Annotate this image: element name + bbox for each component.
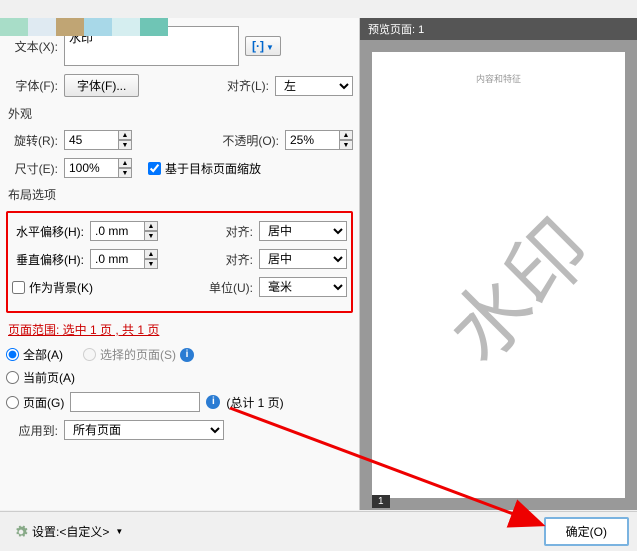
halign-label: 对齐: (219, 223, 253, 240)
appearance-title: 外观 (8, 105, 353, 122)
textalign-select[interactable]: 左 (275, 76, 353, 96)
spin-down[interactable]: ▼ (339, 140, 353, 150)
preview-watermark: 水印 (417, 189, 612, 384)
radio-pages-row[interactable]: 页面(G) (6, 394, 64, 411)
total-pages-text: (总计 1 页) (226, 394, 283, 411)
unit-label: 单位(U): (205, 279, 253, 296)
font-button[interactable]: 字体(F)... (64, 74, 139, 97)
radio-pages[interactable] (6, 396, 19, 409)
ok-button[interactable]: 确定(O) (544, 517, 629, 546)
radio-pages-label: 页面(G) (23, 394, 64, 411)
layout-highlight: 水平偏移(H): ▲▼ 对齐: 居中 垂直偏移(H): ▲▼ 对齐: (6, 211, 353, 313)
opacity-spinner[interactable]: ▲▼ (285, 130, 353, 150)
radio-selected (83, 348, 96, 361)
obscured-titlebar (0, 18, 168, 36)
radio-all[interactable] (6, 348, 19, 361)
radio-selected-label: 选择的页面(S) (100, 346, 176, 363)
preview-page: 内容和特征 水印 (372, 52, 625, 498)
valign-label: 对齐: (219, 251, 253, 268)
applyto-select[interactable]: 所有页面 (64, 420, 224, 440)
voffset-input[interactable] (90, 249, 145, 269)
size-label: 尺寸(E): (6, 160, 58, 177)
halign-select[interactable]: 居中 (259, 221, 347, 241)
asbg-checkbox[interactable] (12, 281, 25, 294)
voffset-spinner[interactable]: ▲▼ (90, 249, 158, 269)
preview-content-text: 内容和特征 (476, 72, 521, 85)
size-spinner[interactable]: ▲▼ (64, 158, 132, 178)
radio-selected-row[interactable]: 选择的页面(S) i (83, 346, 194, 363)
settings-dropdown[interactable]: 设置:<自定义> ▼ (8, 521, 129, 542)
rotate-input[interactable] (64, 130, 119, 150)
gear-icon (14, 525, 28, 539)
rotate-spinner[interactable]: ▲▼ (64, 130, 132, 150)
hoffset-label: 水平偏移(H): (12, 223, 84, 240)
bottom-bar: 设置:<自定义> ▼ 确定(O) (0, 511, 637, 551)
textalign-label: 对齐(L): (217, 77, 269, 94)
pagerange-title: 页面范围: 选中 1 页 , 共 1 页 (8, 321, 353, 338)
radio-all-row[interactable]: 全部(A) (6, 346, 63, 363)
radio-all-label: 全部(A) (23, 346, 63, 363)
radio-current-label: 当前页(A) (23, 369, 75, 386)
valign-select[interactable]: 居中 (259, 249, 347, 269)
spin-down[interactable]: ▼ (144, 231, 158, 241)
text-label: 文本(X): (6, 38, 58, 55)
opacity-input[interactable] (285, 130, 340, 150)
unit-select[interactable]: 毫米 (259, 277, 347, 297)
preview-header: 预览页面: 1 (360, 18, 637, 40)
spin-up[interactable]: ▲ (144, 221, 158, 231)
radio-current-row[interactable]: 当前页(A) (6, 369, 75, 386)
rotate-label: 旋转(R): (6, 132, 58, 149)
spin-down[interactable]: ▼ (118, 140, 132, 150)
spin-up[interactable]: ▲ (118, 158, 132, 168)
info-icon[interactable]: i (180, 348, 194, 362)
spin-down[interactable]: ▼ (144, 259, 158, 269)
voffset-label: 垂直偏移(H): (12, 251, 84, 268)
preview-area: 内容和特征 水印 1 (360, 40, 637, 510)
info-icon[interactable]: i (206, 395, 220, 409)
scale-checkbox-label: 基于目标页面缩放 (165, 160, 261, 177)
spin-up[interactable]: ▲ (144, 249, 158, 259)
layout-title: 布局选项 (8, 186, 353, 203)
text-options-button[interactable]: [·]▼ (245, 36, 281, 56)
spin-up[interactable]: ▲ (118, 130, 132, 140)
spin-up[interactable]: ▲ (339, 130, 353, 140)
opacity-label: 不透明(O): (215, 132, 279, 149)
pages-input[interactable] (70, 392, 200, 412)
preview-page-number: 1 (372, 495, 390, 508)
hoffset-spinner[interactable]: ▲▼ (90, 221, 158, 241)
size-input[interactable] (64, 158, 119, 178)
radio-current[interactable] (6, 371, 19, 384)
font-label: 字体(F): (6, 77, 58, 94)
spin-down[interactable]: ▼ (118, 168, 132, 178)
settings-label: 设置:<自定义> (32, 523, 109, 540)
settings-panel: 文本(X): [·]▼ 字体(F): 字体(F)... 对齐(L): 左 外观 … (0, 18, 360, 510)
applyto-label: 应用到: (6, 422, 58, 439)
chevron-down-icon: ▼ (115, 527, 123, 536)
scale-checkbox[interactable] (148, 162, 161, 175)
preview-panel: 预览页面: 1 内容和特征 水印 1 (360, 18, 637, 510)
hoffset-input[interactable] (90, 221, 145, 241)
asbg-label: 作为背景(K) (29, 279, 93, 296)
